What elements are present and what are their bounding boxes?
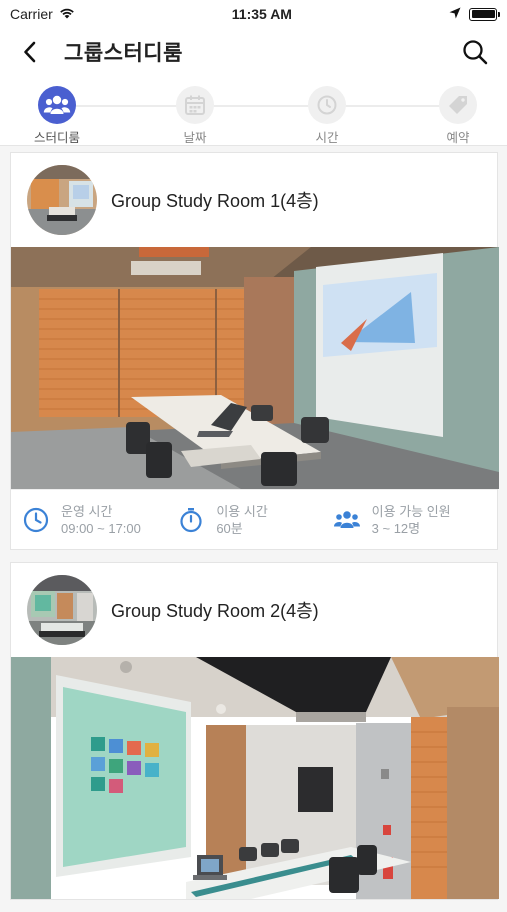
room-title: Group Study Room 2(4층)	[111, 601, 319, 621]
chevron-left-icon	[24, 41, 36, 63]
room-card[interactable]: Group Study Room 2(4층)	[10, 562, 499, 900]
info-label: 이용 가능 인원	[371, 503, 451, 519]
wifi-icon	[59, 6, 75, 22]
stopwatch-icon	[176, 505, 206, 535]
search-icon	[463, 40, 488, 65]
status-left: Carrier	[10, 6, 75, 22]
room-list: Group Study Room 1(4층) 운영 시간 09:00 ~ 17:…	[10, 152, 499, 912]
info-value: 09:00 ~ 17:00	[61, 520, 141, 536]
step-reservation[interactable]: 예약	[423, 86, 493, 146]
room-card-header: Group Study Room 2(4층)	[11, 563, 497, 657]
group-icon	[38, 86, 76, 124]
info-text: 이용 가능 인원 3 ~ 12명	[372, 503, 451, 537]
people-icon	[332, 505, 362, 535]
nav-bar: 그룹스터디룸	[0, 28, 507, 76]
info-text: 이용 시간 60분	[216, 503, 267, 537]
step-label: 시간	[315, 131, 339, 145]
step-study-room[interactable]: 스터디룸	[22, 86, 92, 146]
location-arrow-icon	[449, 6, 461, 22]
status-time: 11:35 AM	[231, 6, 292, 22]
info-value: 60분	[216, 520, 243, 536]
operating-hours: 운영 시간 09:00 ~ 17:00	[21, 503, 176, 537]
step-date[interactable]: 날짜	[160, 86, 230, 146]
step-time[interactable]: 시간	[292, 86, 362, 146]
step-label: 스터디룸	[33, 131, 80, 145]
room-photo	[11, 657, 499, 899]
info-value: 3 ~ 12명	[371, 520, 421, 536]
room-card[interactable]: Group Study Room 1(4층) 운영 시간 09:00 ~ 17:…	[10, 152, 499, 550]
status-right	[449, 6, 500, 22]
page-title: 그룹스터디룸	[64, 42, 183, 65]
calendar-icon	[176, 86, 214, 124]
clock-icon	[21, 505, 51, 535]
capacity: 이용 가능 인원 3 ~ 12명	[332, 503, 487, 537]
step-indicator: 스터디룸 날짜 시간 예약	[0, 76, 507, 146]
room-photo	[11, 247, 499, 489]
info-text: 운영 시간 09:00 ~ 17:00	[61, 503, 141, 537]
battery-icon	[469, 7, 500, 21]
info-label: 이용 시간	[216, 503, 268, 519]
tag-icon	[439, 86, 477, 124]
step-label: 예약	[446, 131, 470, 145]
step-line	[57, 105, 457, 107]
back-button[interactable]	[16, 38, 44, 66]
status-bar: Carrier 11:35 AM	[0, 0, 507, 28]
step-label: 날짜	[183, 131, 207, 145]
info-label: 운영 시간	[61, 503, 113, 519]
clock-icon	[308, 86, 346, 124]
room-thumbnail	[27, 165, 97, 235]
usage-duration: 이용 시간 60분	[176, 503, 331, 537]
carrier-label: Carrier	[10, 6, 53, 22]
search-button[interactable]	[459, 36, 491, 68]
room-title: Group Study Room 1(4층)	[111, 191, 319, 211]
room-card-header: Group Study Room 1(4층)	[11, 153, 497, 247]
room-info-bar: 운영 시간 09:00 ~ 17:00 이용 시간 60분 이용 가능 인원 3…	[11, 489, 497, 549]
room-thumbnail	[27, 575, 97, 645]
